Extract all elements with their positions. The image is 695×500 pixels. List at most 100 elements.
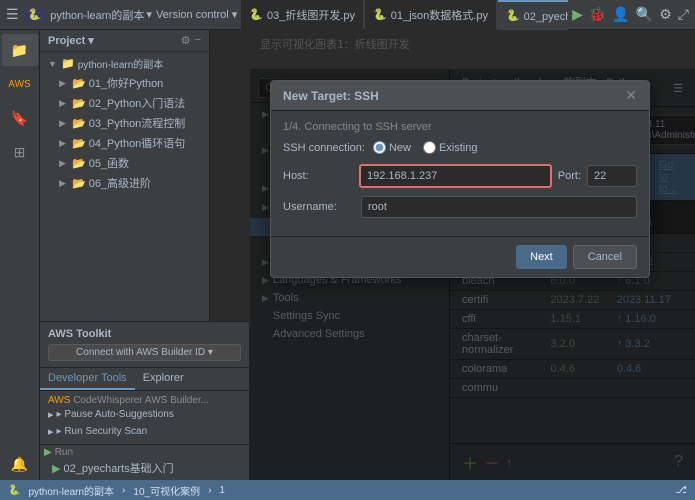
settings-icon[interactable]: ⚙ <box>659 6 672 23</box>
tree-arrow: ▶ <box>59 178 69 189</box>
top-bar: ☰ 🐍 python-learn的副本 ▾ Version control ▾ … <box>0 0 695 30</box>
cw-arrow-0: ▸ <box>48 408 54 421</box>
tree-root[interactable]: ▼ 📁 python-learn的副本 <box>40 54 209 73</box>
tree-item-label-0: 01_你好Python <box>89 75 164 91</box>
tree-item-label-2: 03_Python流程控制 <box>89 115 186 131</box>
middle-section: 📁 AWS 🔖 ⊞ 🔔 Project ▾ ⚙ − <box>0 30 695 480</box>
menu-icon[interactable]: ☰ <box>6 6 19 23</box>
ssh-modal: New Target: SSH ✕ 1/4. Connecting to SSH… <box>270 80 650 278</box>
file-tab-2[interactable]: 🐍 02_pyecharts基础入门.py <box>498 0 568 30</box>
dev-tools-tabs: Developer Tools Explorer <box>40 368 249 391</box>
folder-icon: 📂 <box>72 177 86 190</box>
folder-icon: 📂 <box>72 77 86 90</box>
tab-explorer[interactable]: Explorer <box>135 368 192 390</box>
run-tab-icon: ▶ <box>52 463 60 475</box>
cw-item-0[interactable]: ▸ ▸ Pause Auto-Suggestions <box>48 406 241 423</box>
profile-icon[interactable]: 👤 <box>612 6 629 23</box>
file-icon: 🐍 <box>373 8 387 21</box>
run-tab-item[interactable]: ▶ 02_pyecharts基础入门 <box>44 458 245 478</box>
debug-icon[interactable]: 🐞 <box>589 6 606 23</box>
ssh-step-label: 1/4. Connecting to SSH server <box>283 121 637 133</box>
ssh-modal-title: New Target: SSH <box>283 89 379 103</box>
next-button[interactable]: Next <box>516 245 567 269</box>
host-port-row: Host: Port: <box>283 164 637 188</box>
run-section: ▶ Run ▶ 02_pyecharts基础入门 <box>40 444 249 480</box>
aws-connect-button[interactable]: Connect with AWS Builder ID ▾ <box>48 344 241 361</box>
host-input[interactable] <box>359 164 552 188</box>
ssh-radio-new-input[interactable] <box>373 141 386 154</box>
gear-icon[interactable]: ⚙ <box>181 34 191 47</box>
tree-item-4[interactable]: ▶ 📂 05_函数 <box>40 153 209 173</box>
ssh-radio-existing-input[interactable] <box>423 141 436 154</box>
tree-item-1[interactable]: ▶ 📂 02_Python入门语法 <box>40 93 209 113</box>
ssh-dialog-overlay: New Target: SSH ✕ 1/4. Connecting to SSH… <box>250 70 695 480</box>
tree-item-label-4: 05_函数 <box>89 155 129 171</box>
port-input[interactable] <box>587 165 637 187</box>
search-icon[interactable]: 🔍 <box>636 6 653 23</box>
run-label: ▶ Run <box>44 447 245 458</box>
folder-icon: 📂 <box>72 137 86 150</box>
tree-arrow: ▶ <box>59 78 69 89</box>
tree-arrow: ▼ <box>48 59 58 69</box>
version-control-btn[interactable]: Version control ▾ <box>156 8 237 21</box>
run-icon[interactable]: ▶ <box>572 6 583 23</box>
file-icon: 🐍 <box>506 9 520 22</box>
sidebar-aws-icon[interactable]: AWS <box>2 68 38 100</box>
folder-icon: 📂 <box>72 97 86 110</box>
status-sep: › <box>122 485 125 496</box>
dev-tools-panel: Developer Tools Explorer AWS CodeWhisper… <box>40 367 250 480</box>
sidebar-bookmark-icon[interactable]: 🔖 <box>2 102 38 134</box>
status-bar: 🐍 python-learn的副本 › 10_可视化案例 › 1 ⎇ <box>0 480 695 500</box>
run-green-icon: ▶ <box>44 447 52 458</box>
ssh-radio-group: New Existing <box>373 141 478 154</box>
project-panel-header: Project ▾ ⚙ − <box>40 30 209 52</box>
tree-item-5[interactable]: ▶ 📂 06_高级进阶 <box>40 173 209 193</box>
project-tree: ▼ 📁 python-learn的副本 ▶ 📂 01_你好Python ▶ 📂 <box>40 52 209 321</box>
project-name-tab[interactable]: python-learn的副本 ▾ <box>50 7 152 23</box>
status-number: 1 <box>219 485 225 496</box>
tree-arrow: ▶ <box>59 98 69 109</box>
project-indicator: 🐍 <box>23 7 47 22</box>
folder-icon: 📂 <box>72 117 86 130</box>
content-area: 显示可视化图表1：折线图开发 ▶ Appearance & Behavior ▶… <box>250 30 695 480</box>
ssh-radio-existing[interactable]: Existing <box>423 141 478 154</box>
tab-developer-tools[interactable]: Developer Tools <box>40 368 135 390</box>
aws-panel: AWS Toolkit Connect with AWS Builder ID … <box>40 321 250 367</box>
ssh-connection-label: SSH connection: <box>283 142 365 154</box>
cw-item-1[interactable]: ▸ ▸ Run Security Scan <box>48 423 241 440</box>
ssh-close-button[interactable]: ✕ <box>625 87 637 104</box>
tree-item-2[interactable]: ▶ 📂 03_Python流程控制 <box>40 113 209 133</box>
tree-item-label-5: 06_高级进阶 <box>89 175 151 191</box>
status-sep2: › <box>208 485 211 496</box>
status-example[interactable]: 10_可视化案例 <box>133 483 200 498</box>
aws-label: AWS Toolkit <box>48 328 241 340</box>
status-project-name[interactable]: python-learn的副本 <box>28 483 114 498</box>
settings-overlay: ▶ Appearance & Behavior ▶ Keymap ▶ Edito… <box>250 70 695 480</box>
icon-sidebar: 📁 AWS 🔖 ⊞ 🔔 <box>0 30 40 480</box>
left-panel: Project ▾ ⚙ − ▼ 📁 python-learn的副本 <box>40 30 250 480</box>
hide-icon[interactable]: − <box>195 34 201 47</box>
editor-tabs-top: 🐍 03_折线图开发.py 🐍 01_json数据格式.py 🐍 02_pyec… <box>241 0 568 30</box>
cw-label: AWS CodeWhisperer AWS Builder... <box>48 395 241 406</box>
file-tab-1[interactable]: 🐍 01_json数据格式.py <box>365 0 497 30</box>
file-tab-0[interactable]: 🐍 03_折线图开发.py <box>241 0 364 30</box>
ssh-modal-body: 1/4. Connecting to SSH server SSH connec… <box>271 111 649 236</box>
sidebar-project-icon[interactable]: 📁 <box>2 34 38 66</box>
expand-icon[interactable]: ⤢ <box>678 6 689 23</box>
top-bar-actions: ▶ 🐞 👤 🔍 ⚙ ⤢ <box>572 6 689 23</box>
tree-item-label-1: 02_Python入门语法 <box>89 95 186 111</box>
sidebar-notifications-icon[interactable]: 🔔 <box>2 448 38 480</box>
tree-item-3[interactable]: ▶ 📂 04_Python循环语句 <box>40 133 209 153</box>
cancel-button[interactable]: Cancel <box>573 245 637 269</box>
tree-item-label-3: 04_Python循环语句 <box>89 135 186 151</box>
tree-arrow: ▶ <box>59 118 69 129</box>
folder-icon: 📂 <box>72 157 86 170</box>
username-input[interactable] <box>361 196 637 218</box>
tree-item-0[interactable]: ▶ 📂 01_你好Python <box>40 73 209 93</box>
file-icon: 🐍 <box>249 8 263 21</box>
status-right: ⎇ <box>675 485 687 496</box>
cw-aws-icon: AWS <box>48 395 70 406</box>
ssh-radio-new[interactable]: New <box>373 141 411 154</box>
sidebar-structure-icon[interactable]: ⊞ <box>2 136 38 168</box>
git-icon[interactable]: ⎇ <box>675 485 687 496</box>
